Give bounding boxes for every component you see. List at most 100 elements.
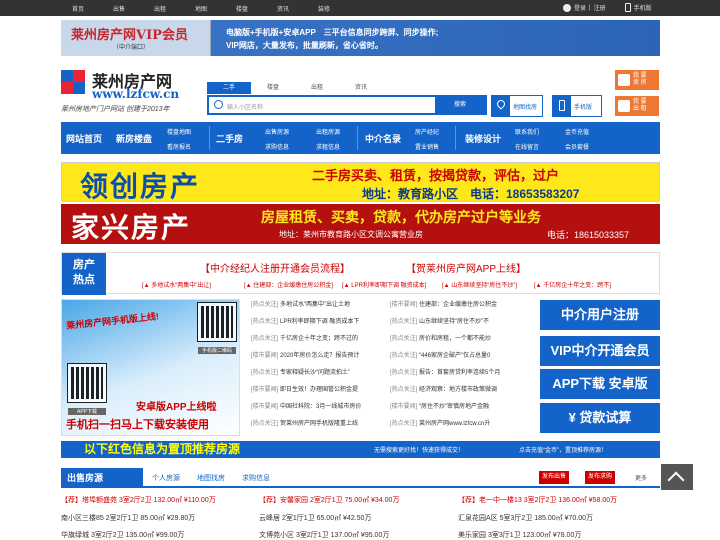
nav-sales[interactable]: 置业销售	[415, 142, 439, 151]
mobile-promo[interactable]: 莱州房产网手机版上线! 手机版二维码 APP下载 安卓版APP上线啦 手机扫一扫…	[61, 299, 240, 436]
mobile-link[interactable]: 手机版	[634, 3, 652, 12]
news-item[interactable]: [热点关注] 多地试水“两集中”出让土地	[251, 299, 396, 316]
hot-headline-register[interactable]: 【中介经纪人注册开通会员流程】	[200, 260, 350, 275]
hot-link[interactable]: [▲ 千亿房企十年之变：跨不]	[534, 280, 611, 289]
news-item[interactable]: [楼市要闻] 即日生效！办理国管公积金提	[251, 384, 396, 401]
recommended-listing[interactable]: 【荐】老一中一楼13 3室2厅2卫 136.00㎡ ¥58.00万	[458, 495, 617, 505]
top-listing-title: 以下红色信息为置顶推荐房源	[84, 442, 241, 456]
mobile-version-button[interactable]: 手机版	[552, 95, 602, 117]
nav-secondhand[interactable]: 二手房	[216, 132, 243, 145]
vip-member-button[interactable]: VIP中介开通会员	[540, 336, 660, 366]
post-sale-button[interactable]: 发布出售	[539, 471, 570, 484]
top-nav-map[interactable]: 地图	[195, 4, 236, 13]
logo-square	[61, 82, 73, 94]
post-wanted-button[interactable]: 发布求购	[585, 471, 616, 484]
top-listing-recharge[interactable]: 点击充值“金币”，置顶推荐房源！	[519, 445, 607, 454]
back-to-top-button[interactable]	[661, 464, 693, 490]
news-item[interactable]: [楼市要闻] “房住不炒”审慎房地产金融	[390, 401, 535, 418]
tab-secondhand[interactable]: 二手	[207, 82, 251, 94]
nav-divider	[357, 126, 358, 150]
nav-for-sale[interactable]: 出售房源	[265, 127, 289, 136]
tab-personal[interactable]: 个人房源	[152, 473, 180, 483]
site-logo[interactable]: 莱州房产网 www.lzfcw.cn 莱州房地产门户网站 创建于2013年	[61, 66, 201, 116]
news-category: [热点关注]	[390, 319, 418, 325]
search-button[interactable]: 搜索	[435, 97, 485, 113]
news-item[interactable]: [热点关注] 专家释疑长沙“问题流拍土”	[251, 367, 396, 384]
logo-slogan: 莱州房地产门户网站 创建于2013年	[61, 106, 170, 113]
nav-broker[interactable]: 房产经纪	[415, 127, 439, 136]
search-icon	[214, 100, 223, 109]
news-item[interactable]: [楼市要闻] 中国社科院：3月一线城市房价	[251, 401, 396, 418]
top-nav-sale[interactable]: 出售	[113, 4, 154, 13]
nav-newhouse[interactable]: 新房楼盘	[116, 132, 152, 145]
news-item[interactable]: [热点关注] LPR利率即期下调 融资成本下	[251, 316, 396, 333]
news-item[interactable]: [楼市要闻] 2020年房价怎么走？报告预计	[251, 350, 396, 367]
hot-headline-app[interactable]: 【贺莱州房产网APP上线】	[406, 260, 526, 275]
hot-link[interactable]: [▲ 多地试水“两集中”出让]	[142, 280, 211, 289]
search-input[interactable]: 输入小区名称 搜索	[207, 95, 487, 115]
news-item[interactable]: [热点关注] 莱州房产网www.lzfcw.cn升	[390, 418, 535, 435]
tab-news[interactable]: 资讯	[339, 82, 383, 94]
vip-subtitle: （中介端口）	[113, 45, 150, 51]
top-nav-decor[interactable]: 装修	[318, 4, 359, 13]
tab-wanted[interactable]: 求购信息	[242, 473, 270, 483]
tab-rent[interactable]: 出租	[295, 82, 339, 94]
nav-agency[interactable]: 中介名录	[365, 132, 401, 145]
listing-item[interactable]: 云峰居 2室1厅1卫 65.00㎡ ¥42.50万	[259, 513, 371, 523]
ad-lingchuang-services: 二手房买卖、租赁，按揭贷款，评估，过户	[312, 168, 560, 183]
login-link[interactable]: 登录	[574, 3, 586, 12]
nav-viewing-signup[interactable]: 看房报名	[167, 142, 191, 151]
news-item[interactable]: [热点关注] “446家房企破产”仅占总量0	[390, 350, 535, 367]
nav-message[interactable]: 在线留言	[515, 142, 539, 151]
top-nav-news[interactable]: 资讯	[277, 4, 318, 13]
nav-wanted[interactable]: 求购信息	[265, 142, 289, 151]
nav-rent-wanted[interactable]: 求租信息	[316, 142, 340, 151]
map-search-button[interactable]: 地图找房	[491, 95, 543, 117]
ad-lingchuang[interactable]: 领创房产 二手房买卖、租赁，按揭贷款，评估，过户 地址：教育路小区 电话：186…	[61, 162, 660, 202]
top-nav-rent[interactable]: 出租	[154, 4, 195, 13]
news-item[interactable]: [楼市要闻] 住建部：企业缓缴住房公积金	[390, 299, 535, 316]
nav-for-rent[interactable]: 出租房源	[316, 127, 340, 136]
recommended-listing[interactable]: 【荐】塔埠额盛苑 3室2厅2卫 132.00㎡ ¥110.00万	[61, 495, 216, 505]
register-link[interactable]: 注册	[594, 3, 606, 12]
news-item[interactable]: [热点关注] 经济观察：地方楼市政策微调	[390, 384, 535, 401]
nav-estate-map[interactable]: 楼盘地图	[167, 127, 191, 136]
news-category: [热点关注]	[390, 421, 418, 427]
app-download-button[interactable]: APP下载 安卓版	[540, 369, 660, 399]
main-nav: 网站首页 新房楼盘 楼盘地图 看房报名 二手房 出售房源 求购信息 出租房源 求…	[61, 122, 660, 154]
hot-link[interactable]: [▲ 住建部：企业缓缴住房公积金]	[244, 280, 333, 289]
nav-home[interactable]: 网站首页	[66, 132, 102, 145]
news-item[interactable]: [热点关注] 报告：首套房贷利率连续5个月	[390, 367, 535, 384]
nav-member-package[interactable]: 会员套餐	[565, 142, 589, 151]
hot-link[interactable]: [▲ LPR利率即期下调 融资成本]	[342, 280, 426, 289]
tab-map-search[interactable]: 地图找房	[197, 473, 225, 483]
sell-house-button[interactable]: 我 要 卖 房	[615, 70, 659, 90]
loan-calc-button[interactable]: ¥ 贷款试算	[540, 403, 660, 433]
news-category: [热点关注]	[251, 302, 279, 308]
rent-out-button[interactable]: 我 要 出 租	[615, 96, 659, 116]
ad-jiaxing[interactable]: 家兴房产 房屋租赁、买卖，贷款，代办房产过户等业务 地址：莱州市教育路小区文调公…	[61, 204, 660, 244]
top-listing-banner[interactable]: 以下红色信息为置顶推荐房源 无需搜索更好找！快速获得成交！ 点击充值“金币”，置…	[61, 441, 660, 458]
news-title: 房价和房租，一个都不能炒	[417, 336, 492, 342]
news-item[interactable]: [热点关注] 贺莱州房产网手机版隆重上线	[251, 418, 396, 435]
top-nav-estate[interactable]: 楼盘	[236, 4, 277, 13]
news-item[interactable]: [热点关注] 山东继续坚持“房住不炒”不	[390, 316, 535, 333]
more-link[interactable]: 更多	[635, 473, 647, 482]
news-item[interactable]: [热点关注] 千亿房企十年之变；跨不过的	[251, 333, 396, 350]
nav-decor[interactable]: 装修设计	[465, 132, 501, 145]
listing-item[interactable]: 华旗绿城 3室2厅2卫 135.00㎡ ¥99.00万	[61, 530, 184, 540]
listing-item[interactable]: 文博苑小区 3室2厅1卫 137.00㎡ ¥95.00万	[259, 530, 389, 540]
news-item[interactable]: [热点关注] 房价和房租，一个都不能炒	[390, 333, 535, 350]
tab-estate[interactable]: 楼盘	[251, 82, 295, 94]
listing-item[interactable]: 汇泉花园A区 5室3厅2卫 185.00㎡ ¥70.00万	[458, 513, 593, 523]
hot-link[interactable]: [▲ 山东继续坚持“房住不炒”]	[442, 280, 517, 289]
vip-banner[interactable]: 莱州房产网VIP会员 （中介端口） 电脑版+手机版+安卓APP 三平台信息同步跨…	[61, 20, 660, 56]
top-listing-note: 无需搜索更好找！快速获得成交！	[374, 448, 465, 454]
recommended-listing[interactable]: 【荐】安馨家园 2室2厅1卫 75.00㎡ ¥34.00万	[259, 495, 399, 505]
nav-coin-recharge[interactable]: 金币充值	[565, 127, 589, 136]
nav-contact[interactable]: 联系我们	[515, 127, 539, 136]
listing-item[interactable]: 南小区三楼85 2室2厅1卫 85.00㎡ ¥29.80万	[61, 513, 195, 523]
listing-item[interactable]: 美乐家园 3室3厅1卫 123.00㎡ ¥78.00万	[458, 530, 581, 540]
agent-register-button[interactable]: 中介用户注册	[540, 300, 660, 330]
top-nav-home[interactable]: 首页	[72, 4, 113, 13]
